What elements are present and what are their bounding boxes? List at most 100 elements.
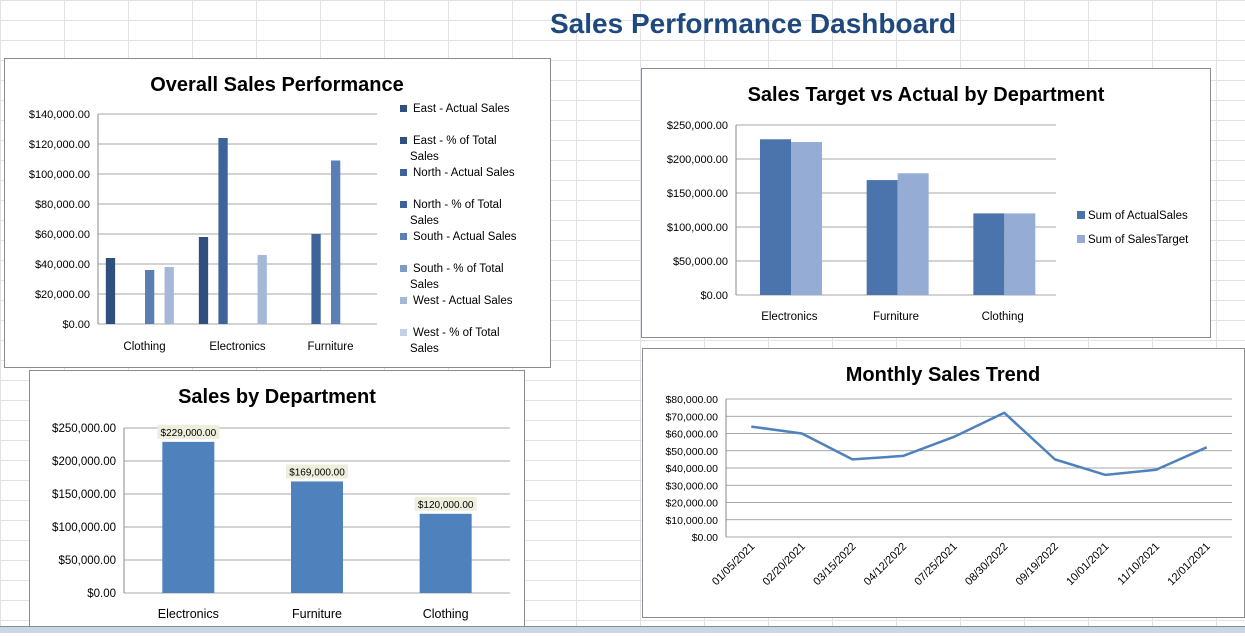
bar-furniture [330,160,341,324]
legend-swatch [1077,211,1085,219]
chart-overall-sales-svg: Overall Sales Performance $0.00 $20,000.00… [29,74,517,355]
x-tick-label: 11/10/2021 [1115,541,1162,588]
legend-swatch [400,329,407,336]
x-tick-label: 10/01/2021 [1064,541,1111,588]
bar-clothing [973,213,1005,295]
legend-swatch [400,169,407,176]
bar-furniture [311,234,321,324]
c1-tick-label: $100,000.00 [29,169,90,181]
c1-tick-label: $40,000.00 [35,259,90,271]
bar-electronics [760,139,791,295]
chart-monthly-sales-trend[interactable]: Monthly Sales Trend $0.00 $10,000.00 $20,00… [642,348,1245,618]
legend-label-line2: Sales [410,279,439,291]
legend-label: East - Actual Sales [413,103,510,115]
legend-label: South - Actual Sales [413,231,517,243]
legend-swatch [400,297,407,304]
bar-electronics [791,142,822,295]
bar-clothing [105,258,116,324]
legend-swatch [400,201,407,208]
c1-tick-label: $120,000.00 [29,139,90,151]
x-tick-label: 02/20/2021 [761,541,808,588]
bar-clothing [419,513,472,593]
chart-sales-by-department[interactable]: Sales by Department $0.00 $50,000.00 $100,0… [29,370,525,632]
chart-title: Overall Sales Performance [150,74,403,96]
c2-tick-label: $250,000.00 [667,120,728,132]
c2-tick-label: $200,000.00 [667,154,728,166]
category-label: Electronics [158,607,219,621]
bar-electronics [198,237,209,324]
c1-tick-label: $0.00 [62,319,90,331]
bar-electronics [162,441,215,593]
c2-tick-label: $150,000.00 [667,188,728,200]
bar-furniture [897,173,929,295]
x-tick-label: 04/12/2022 [862,541,909,588]
c3-tick-label: $200,000.00 [52,456,116,468]
legend-swatch [400,137,407,144]
c3-tick-label: $0.00 [87,588,116,600]
category-label: Electronics [761,311,817,323]
x-tick-label: 12/01/2021 [1165,541,1212,588]
category-label: Furniture [292,607,342,621]
legend-label-line2: Sales [410,215,439,227]
c2-tick-label: $50,000.00 [673,256,728,268]
legend-label: South - % of Total [413,263,504,275]
legend-label: North - % of Total [413,199,502,211]
c4-tick-label: $30,000.00 [665,480,718,492]
data-label: $169,000.00 [289,467,345,478]
chart-title: Monthly Sales Trend [846,364,1040,386]
c1-tick-label: $140,000.00 [29,109,90,121]
category-label: Electronics [209,341,265,353]
legend-label: North - Actual Sales [413,167,515,179]
c2-tick-label: $100,000.00 [667,222,728,234]
data-label: $120,000.00 [418,500,474,511]
bar-clothing [164,267,174,324]
c4-tick-label: $10,000.00 [665,515,718,527]
chart-sales-by-department-svg: Sales by Department $0.00 $50,000.00 $100,0… [52,386,510,621]
dashboard-title: Sales Performance Dashboard [550,8,957,39]
c4-tick-label: $60,000.00 [665,429,718,441]
c2-tick-label: $0.00 [700,290,728,302]
chart-title: Sales Target vs Actual by Department [748,84,1105,106]
bar-furniture [291,481,343,593]
chart-target-vs-actual-svg: Sales Target vs Actual by Department $0.0… [667,84,1189,323]
category-label: Furniture [873,311,919,323]
x-tick-label: 07/25/2021 [912,541,959,588]
c4-tick-label: $20,000.00 [665,498,718,510]
chart-monthly-sales-trend-svg: Monthly Sales Trend $0.00 $10,000.00 $20,00… [665,364,1232,588]
c3-tick-label: $100,000.00 [52,522,116,534]
x-tick-label: 03/15/2022 [811,541,858,588]
legend-label: Sum of ActualSales [1088,210,1188,222]
x-tick-label: 09/19/2022 [1014,541,1061,588]
c4-tick-label: $80,000.00 [665,394,718,406]
chart-target-vs-actual[interactable]: Sales Target vs Actual by Department $0.0… [641,68,1211,338]
chart-title: Sales by Department [178,386,376,408]
data-label: $229,000.00 [161,428,217,439]
category-label: Clothing [123,341,165,353]
c1-tick-label: $20,000.00 [35,289,90,301]
c1-tick-label: $60,000.00 [35,229,90,241]
bar-furniture [866,180,898,295]
c4-tick-label: $50,000.00 [665,446,718,458]
legend-label: Sum of SalesTarget [1088,234,1189,246]
legend-swatch [1077,235,1085,243]
c4-tick-label: $40,000.00 [665,463,718,475]
legend-swatch [400,233,407,240]
bar-electronics [257,255,267,324]
legend-label: West - % of Total [413,327,500,339]
c3-tick-label: $50,000.00 [58,555,116,567]
legend-label: West - Actual Sales [413,295,513,307]
series-line [751,411,1208,477]
legend-label: East - % of Total [413,135,497,147]
bar-electronics [218,138,228,324]
c3-tick-label: $150,000.00 [52,489,116,501]
c4-tick-label: $70,000.00 [665,411,718,423]
c3-tick-label: $250,000.00 [52,423,116,435]
chart-overall-sales[interactable]: Overall Sales Performance $0.00 $20,000.00… [4,58,551,368]
legend-swatch [400,265,407,272]
x-tick-label: 01/05/2021 [710,541,757,588]
legend-label-line2: Sales [410,343,439,355]
legend-swatch [400,105,407,112]
bar-clothing [1004,213,1036,295]
category-label: Furniture [307,341,353,353]
category-label: Clothing [423,607,469,621]
